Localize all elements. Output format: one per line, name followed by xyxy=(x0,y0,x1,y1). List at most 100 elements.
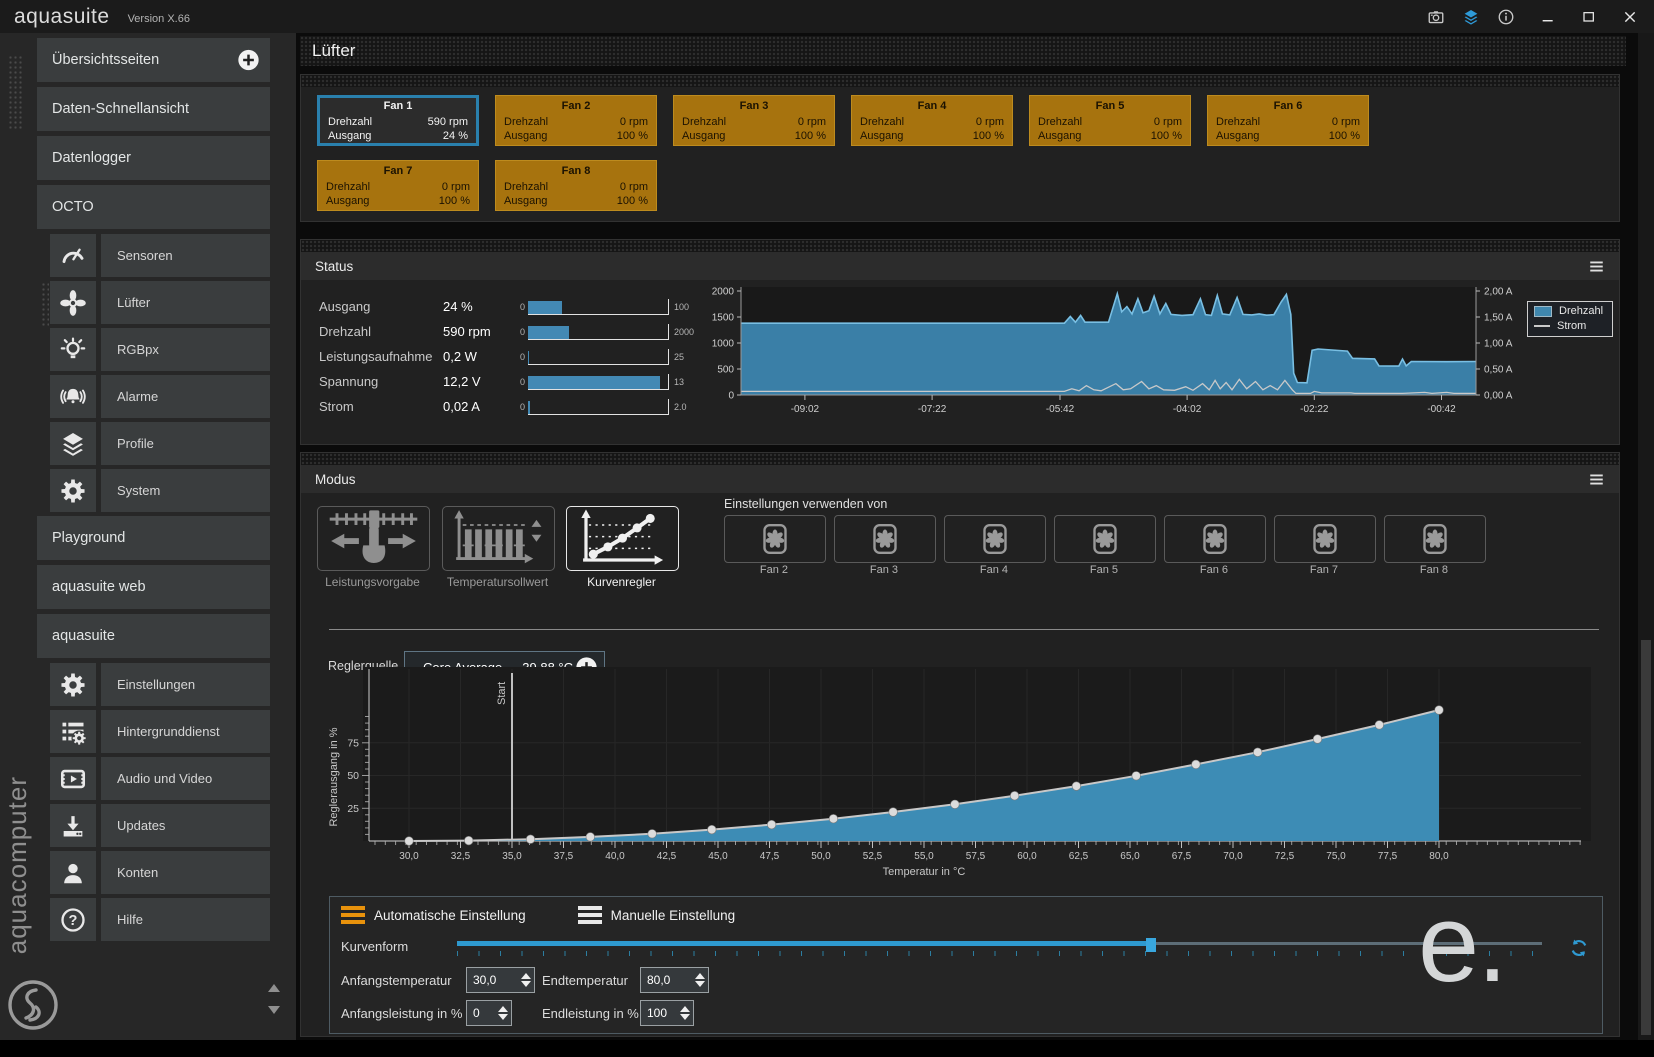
spinner-anfangstemperatur[interactable]: 30,0 xyxy=(466,967,535,993)
fan-card-output-row: Ausgang100 % xyxy=(504,194,648,208)
scroll-down-icon[interactable] xyxy=(268,1006,280,1014)
curve-shape-slider[interactable] xyxy=(457,937,1542,955)
curve-editor-chart[interactable]: 25507530,032,535,037,540,042,545,047,550… xyxy=(323,665,1603,881)
sidebar-item-profile[interactable]: Profile xyxy=(50,422,270,465)
sidebar-item-l-fter[interactable]: Lüfter xyxy=(50,281,270,324)
svg-text:500: 500 xyxy=(717,365,734,376)
fan-card-fan-6[interactable]: Fan 6Drehzahl0 rpmAusgang100 % xyxy=(1207,95,1369,146)
refresh-icon[interactable] xyxy=(1568,937,1590,959)
sidebar-item-label: RGBpx xyxy=(101,328,270,371)
apply-fan-label: Fan 8 xyxy=(1384,564,1484,576)
output-value: 100 % xyxy=(1329,129,1360,143)
sidebar-item-datenlogger[interactable]: Datenlogger xyxy=(37,136,270,180)
mode-label: Kurvenregler xyxy=(566,575,677,589)
fan-card-speed-row: Drehzahl0 rpm xyxy=(1216,115,1360,129)
metric-bar xyxy=(528,324,669,340)
maximize-button[interactable] xyxy=(1581,9,1597,25)
spinner-down-icon[interactable] xyxy=(680,1014,690,1020)
sidebar-item-bersichtsseiten[interactable]: Übersichtsseiten xyxy=(37,38,270,82)
spinner-up-icon[interactable] xyxy=(695,973,705,979)
spinner-down-icon[interactable] xyxy=(521,981,531,987)
status-menu-button[interactable] xyxy=(1588,259,1605,274)
tab-manuelle-einstellung[interactable]: Manuelle Einstellung xyxy=(578,906,736,924)
spinner-down-icon[interactable] xyxy=(498,1014,508,1020)
sidebar-item-audio-und-video[interactable]: Audio und Video xyxy=(50,757,270,800)
sidebar-item-rgbpx[interactable]: RGBpx xyxy=(50,328,270,371)
fan-card-output-row: Ausgang100 % xyxy=(682,129,826,143)
apply-fan-button-fan-5[interactable] xyxy=(1054,515,1156,563)
close-button[interactable] xyxy=(1622,9,1638,25)
sidebar-item-label: Profile xyxy=(101,422,270,465)
fan-card-fan-8[interactable]: Fan 8Drehzahl0 rpmAusgang100 % xyxy=(495,160,657,211)
info-icon[interactable] xyxy=(1497,8,1515,26)
spinner-anfangsleistung-in[interactable]: 0 xyxy=(466,1000,512,1026)
sidebar-item-aquasuite[interactable]: aquasuite xyxy=(37,614,270,658)
mode-button-kurvenregler[interactable] xyxy=(566,506,679,571)
apply-fan-button-fan-4[interactable] xyxy=(944,515,1046,563)
minimize-button[interactable] xyxy=(1540,9,1556,25)
spinner-endleistung-in[interactable]: 100 xyxy=(640,1000,694,1026)
screenshot-icon[interactable] xyxy=(1427,8,1445,26)
apply-fan-label: Fan 5 xyxy=(1054,564,1154,576)
sidebar-item-daten-schnellansicht[interactable]: Daten-Schnellansicht xyxy=(37,87,270,131)
metric-max: 100 xyxy=(674,302,689,312)
overlay-layers-icon[interactable] xyxy=(1462,8,1480,26)
spinner-down-icon[interactable] xyxy=(695,981,705,987)
settings-tabs: Automatische Einstellung Manuelle Einstel… xyxy=(330,897,1602,924)
mode-button-temperatursollwert[interactable] xyxy=(442,506,555,571)
svg-text:-00:42: -00:42 xyxy=(1427,404,1456,415)
main-scrollbar[interactable] xyxy=(1638,33,1654,1040)
svg-text:-05:42: -05:42 xyxy=(1046,404,1075,415)
svg-text:25: 25 xyxy=(347,803,359,815)
curve-shape-row: Kurvenform xyxy=(341,937,1542,955)
fan-card-fan-5[interactable]: Fan 5Drehzahl0 rpmAusgang100 % xyxy=(1029,95,1191,146)
metric-bar xyxy=(528,349,669,365)
slider-handle[interactable] xyxy=(1146,938,1156,952)
output-label: Ausgang xyxy=(1216,129,1259,143)
svg-text:32,5: 32,5 xyxy=(451,851,471,862)
sidebar-item-hilfe[interactable]: ?Hilfe xyxy=(50,898,270,941)
metric-min: 0 xyxy=(517,377,525,387)
sidebar-item-sensoren[interactable]: Sensoren xyxy=(50,234,270,277)
fan-card-fan-1[interactable]: Fan 1Drehzahl590 rpmAusgang24 % xyxy=(317,95,479,146)
spinner-up-icon[interactable] xyxy=(521,973,531,979)
sidebar-item-aquasuite-web[interactable]: aquasuite web xyxy=(37,565,270,609)
sidebar-item-konten[interactable]: Konten xyxy=(50,851,270,894)
sidebar-item-updates[interactable]: Updates xyxy=(50,804,270,847)
fan-card-fan-2[interactable]: Fan 2Drehzahl0 rpmAusgang100 % xyxy=(495,95,657,146)
titlebar: aquasuite Version X.66 xyxy=(0,0,1654,33)
sidebar-item-einstellungen[interactable]: Einstellungen xyxy=(50,663,270,706)
fan-card-fan-3[interactable]: Fan 3Drehzahl0 rpmAusgang100 % xyxy=(673,95,835,146)
output-value: 24 % xyxy=(443,129,468,143)
sidebar-item-system[interactable]: System xyxy=(50,469,270,512)
speed-value: 0 rpm xyxy=(620,115,648,129)
sidebar-item-alarme[interactable]: Alarme xyxy=(50,375,270,418)
fan-card-fan-4[interactable]: Fan 4Drehzahl0 rpmAusgang100 % xyxy=(851,95,1013,146)
sidebar-item-playground[interactable]: Playground xyxy=(37,516,270,560)
scroll-up-icon[interactable] xyxy=(268,984,280,992)
apply-fan-button-fan-3[interactable] xyxy=(834,515,936,563)
apply-fan-button-fan-2[interactable] xyxy=(724,515,826,563)
metric-bar xyxy=(528,374,669,390)
sidebar-item-hintergrunddienst[interactable]: Hintergrunddienst xyxy=(50,710,270,753)
mode-button-leistungsvorgabe[interactable] xyxy=(317,506,430,571)
spinner-up-icon[interactable] xyxy=(680,1006,690,1012)
modus-body: LeistungsvorgabeTemperatursollwertKurven… xyxy=(301,493,1619,1038)
svg-text:Reglerausgang in %: Reglerausgang in % xyxy=(328,727,340,826)
apply-fan-button-fan-8[interactable] xyxy=(1384,515,1486,563)
spinner-buttons xyxy=(494,1006,511,1020)
svg-text:70,0: 70,0 xyxy=(1223,851,1243,862)
add-overview-page-icon[interactable] xyxy=(237,49,260,72)
tab-automatische-einstellung[interactable]: Automatische Einstellung xyxy=(341,906,526,924)
fan-card-speed-row: Drehzahl0 rpm xyxy=(504,115,648,129)
spinner-endtemperatur[interactable]: 80,0 xyxy=(640,967,709,993)
sidebar-item-octo[interactable]: OCTO xyxy=(37,185,270,229)
spinner-up-icon[interactable] xyxy=(498,1006,508,1012)
apply-fan-button-fan-6[interactable] xyxy=(1164,515,1266,563)
modus-menu-button[interactable] xyxy=(1588,472,1605,487)
metric-value: 12,2 V xyxy=(443,374,517,389)
metric-label: Drehzahl xyxy=(319,324,443,339)
fan-card-fan-7[interactable]: Fan 7Drehzahl0 rpmAusgang100 % xyxy=(317,160,479,211)
apply-fan-button-fan-7[interactable] xyxy=(1274,515,1376,563)
scrollbar-thumb[interactable] xyxy=(1641,640,1651,1035)
